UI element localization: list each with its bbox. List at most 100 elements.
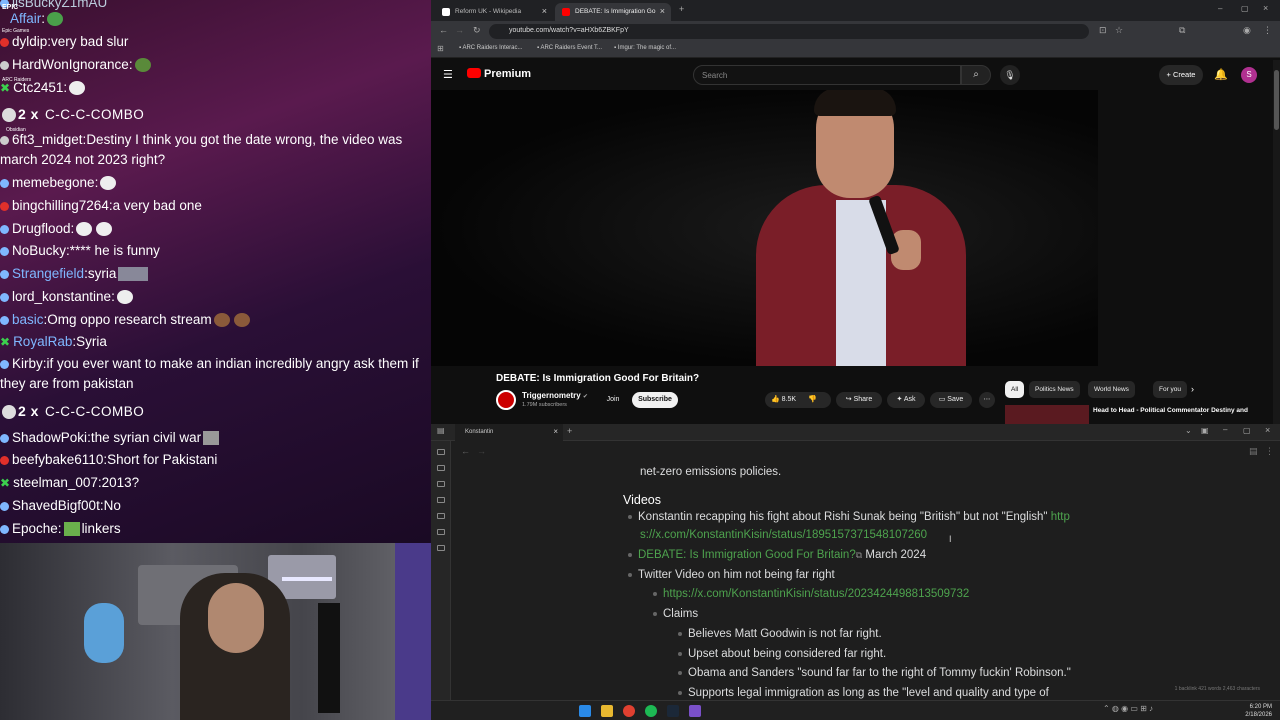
install-icon[interactable]: ⊡	[1099, 25, 1107, 36]
menu-dots-icon[interactable]: ⋮	[1263, 25, 1272, 36]
note-link[interactable]: DEBATE: Is Immigration Good For Britain?	[638, 549, 856, 561]
close-window-icon[interactable]: ×	[1265, 425, 1270, 435]
search-icon[interactable]: ⌕	[961, 65, 991, 85]
chevron-down-icon[interactable]: ⌄	[1185, 426, 1192, 435]
maximize-icon[interactable]: ▢	[1241, 4, 1249, 13]
file-explorer-icon[interactable]	[601, 705, 613, 717]
steam-icon[interactable]	[667, 705, 679, 717]
spotify-icon[interactable]	[645, 705, 657, 717]
browser-tab-active[interactable]: DEBATE: Is Immigration Go ×	[555, 3, 671, 21]
terminal-icon[interactable]	[437, 545, 445, 551]
note-link[interactable]: https://x.com/KonstantinKisin/status/202…	[663, 588, 969, 600]
ask-button[interactable]: ✦ Ask	[887, 392, 925, 408]
system-tray-icon[interactable]: ⌃ ◍ ◉ ▭ ⊞ ♪	[1103, 704, 1153, 713]
clock[interactable]: 6:20 PM 2/18/2026	[1245, 703, 1272, 719]
chat-username: RoyalRab	[13, 334, 73, 349]
copy-icon[interactable]	[437, 529, 445, 535]
browser-tab[interactable]: Reform UK - Wikipedia ×	[435, 3, 553, 21]
obsidian-icon[interactable]	[689, 705, 701, 717]
chip-world-news[interactable]: World News	[1088, 381, 1135, 398]
scrollbar-thumb[interactable]	[1274, 70, 1279, 130]
more-vert-icon[interactable]: ⋮	[1197, 406, 1206, 417]
note-link[interactable]: s://x.com/KonstantinKisin/status/1895157…	[640, 527, 927, 544]
badge-icon	[0, 501, 9, 511]
chat-text: the syrian civil war	[90, 430, 202, 445]
note-bullet: Twitter Video on him not being far right	[628, 567, 835, 584]
forward-icon[interactable]: →	[455, 25, 464, 35]
hamburger-menu-icon[interactable]: ☰	[443, 68, 453, 81]
subscriber-count: 1.79M subscribers	[522, 402, 567, 408]
maximize-icon[interactable]: ▢	[1243, 426, 1251, 435]
emote-icon	[203, 431, 220, 446]
sidebar-toggle-icon[interactable]: ▤	[437, 426, 445, 435]
chat-username: steelman_007	[13, 475, 98, 490]
templates-icon[interactable]	[437, 513, 445, 519]
bookmark-item[interactable]: ▪ Imgur: The magic of...	[614, 45, 676, 51]
close-icon[interactable]: ×	[553, 427, 558, 436]
chevron-right-icon[interactable]: ›	[1191, 384, 1194, 394]
create-button[interactable]: + Create	[1159, 65, 1203, 85]
canvas-icon[interactable]	[437, 481, 445, 487]
chip-politics-news[interactable]: Politics News	[1029, 381, 1080, 398]
close-icon[interactable]: ×	[542, 6, 547, 16]
chat-message: Affair:	[0, 8, 431, 30]
files-icon[interactable]	[437, 449, 445, 455]
video-player[interactable]	[431, 90, 1098, 366]
profile-icon[interactable]: ◉	[1243, 25, 1251, 36]
microphone-icon[interactable]: 🎙	[1000, 65, 1020, 85]
chat-username: lord_konstantine	[12, 289, 112, 304]
close-window-icon[interactable]: ×	[1263, 3, 1268, 13]
bookmark-label: ARC Raiders Interac...	[462, 45, 523, 51]
new-tab-icon[interactable]: +	[567, 426, 572, 436]
join-button[interactable]: Join	[598, 392, 628, 408]
note-link[interactable]: http	[1051, 511, 1070, 523]
bookmark-star-icon[interactable]: ☆	[1115, 25, 1123, 36]
extensions-icon[interactable]: ⧉	[1179, 25, 1185, 36]
apps-icon[interactable]: ⊞	[437, 44, 444, 53]
close-icon[interactable]: ×	[660, 6, 665, 16]
note-text: Konstantin recapping his fight about Ris…	[638, 511, 1048, 523]
new-tab-icon[interactable]: +	[679, 4, 684, 14]
back-icon[interactable]: ←	[439, 25, 448, 35]
chat-username: Drugflood	[12, 221, 71, 236]
thumbs-down-icon[interactable]: 👎	[808, 396, 817, 403]
recommended-thumbnail[interactable]	[1005, 405, 1089, 424]
windows-start-icon[interactable]	[579, 705, 591, 717]
back-icon[interactable]: ←	[461, 446, 470, 456]
chip-for-you[interactable]: For you	[1153, 381, 1188, 398]
more-options-icon[interactable]: ⋮	[1265, 446, 1274, 457]
minimize-icon[interactable]: –	[1218, 4, 1222, 13]
layout-icon[interactable]: ▣	[1201, 426, 1209, 435]
badge-icon	[0, 315, 9, 325]
emote-icon	[2, 108, 16, 123]
notifications-bell-icon[interactable]: 🔔	[1214, 68, 1228, 81]
minimize-icon[interactable]: –	[1223, 425, 1227, 434]
share-button[interactable]: ↪ Share	[836, 392, 882, 408]
chrome-icon[interactable]	[623, 705, 635, 717]
channel-avatar[interactable]	[496, 390, 516, 410]
url-field[interactable]: youtube.com/watch?v=aHXb6ZBKFpY	[489, 24, 1089, 39]
subscribe-button[interactable]: Subscribe	[632, 392, 678, 408]
save-button[interactable]: ▭ Save	[930, 392, 972, 408]
like-button[interactable]: 👍 8.5K 👎	[765, 392, 831, 408]
forward-icon[interactable]: →	[477, 446, 486, 456]
calendar-icon[interactable]	[437, 497, 445, 503]
bookmark-item[interactable]: ▪ ARC Raiders Event T...	[537, 45, 602, 51]
scrollbar[interactable]	[1273, 60, 1280, 424]
recommended-title[interactable]: Head to Head - Political Commentator Des…	[1093, 407, 1248, 414]
avatar[interactable]: S	[1241, 67, 1257, 83]
bookmark-item[interactable]: ▪ ARC Raiders Interac...	[459, 45, 523, 51]
chat-text: Omg oppo research stream	[47, 312, 212, 327]
more-actions-icon[interactable]: ⋯	[979, 392, 995, 408]
chip-all[interactable]: All	[1005, 381, 1025, 398]
combo-text: C-C-C-COMBO	[44, 107, 145, 122]
search-input[interactable]: Search	[693, 65, 961, 85]
channel-name[interactable]: Triggernometry ✔	[522, 391, 588, 400]
reload-icon[interactable]: ↻	[473, 25, 481, 36]
reading-view-icon[interactable]: ▤	[1249, 446, 1258, 457]
youtube-logo[interactable]: Premium	[467, 68, 531, 80]
avatar-letter: S	[1246, 70, 1252, 79]
graph-icon[interactable]	[437, 465, 445, 471]
chat-username: 6ft3_midget	[12, 132, 83, 147]
notes-tab[interactable]: Konstantin ×	[455, 424, 563, 441]
